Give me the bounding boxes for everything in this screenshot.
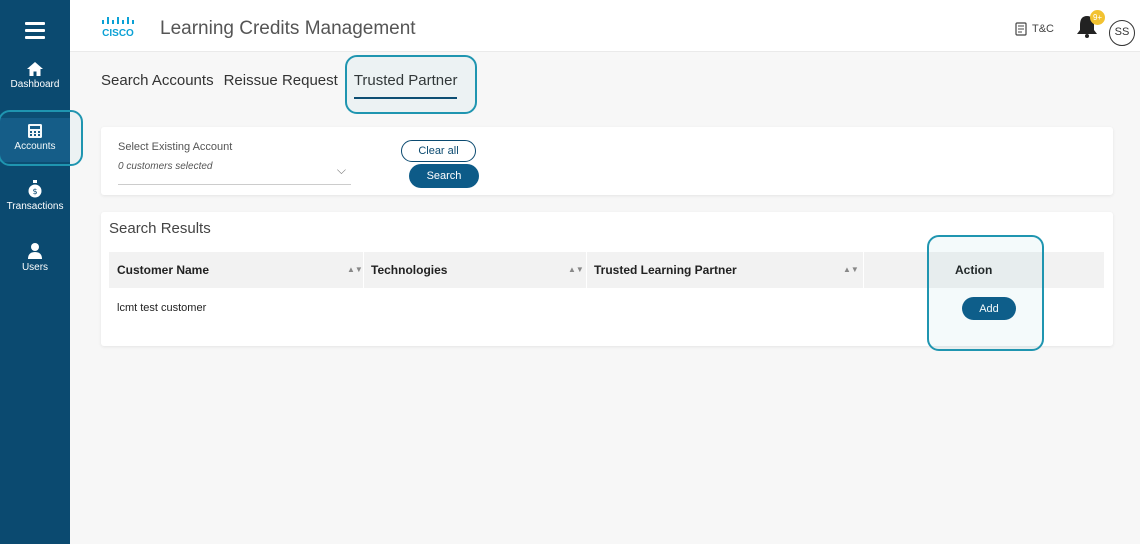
money-bag-icon: $ — [28, 180, 42, 198]
search-button[interactable]: Search — [409, 164, 479, 188]
logo-text: CISCO — [102, 28, 134, 39]
hamburger-menu-icon[interactable] — [25, 22, 45, 40]
accounts-highlight — [0, 110, 83, 166]
sidebar-item-users[interactable]: Users — [0, 243, 70, 283]
results-title: Search Results — [109, 220, 211, 237]
customer-select[interactable]: 0 customers selected ⌵ — [118, 161, 351, 185]
clear-all-button[interactable]: Clear all — [401, 140, 476, 162]
column-header-trusted-learning-partner[interactable]: Trusted Learning Partner ▲▼ — [586, 252, 861, 288]
action-highlight — [927, 235, 1044, 351]
sort-icon[interactable]: ▲▼ — [347, 252, 363, 288]
sort-icon[interactable]: ▲▼ — [843, 252, 859, 288]
sidebar-item-label: Transactions — [6, 201, 64, 212]
tc-link[interactable]: T&C — [1014, 22, 1054, 36]
select-account-label: Select Existing Account — [118, 141, 233, 153]
chevron-down-icon: ⌵ — [336, 163, 346, 177]
sidebar-item-label: Dashboard — [10, 79, 60, 90]
tc-label: T&C — [1032, 23, 1054, 35]
avatar[interactable]: SS — [1109, 20, 1135, 46]
customer-name-cell: lcmt test customer — [117, 302, 207, 314]
sidebar: Dashboard Accounts $ Transactions Users — [0, 0, 70, 544]
sidebar-item-transactions[interactable]: $ Transactions — [0, 180, 70, 224]
app-header: CISCO Learning Credits Management T&C 9+… — [70, 0, 1140, 52]
trusted-partner-highlight — [345, 55, 477, 114]
svg-text:$: $ — [32, 187, 37, 196]
column-header-customer-name[interactable]: Customer Name ▲▼ — [109, 252, 363, 288]
app-title: Learning Credits Management — [160, 18, 416, 39]
sidebar-item-dashboard[interactable]: Dashboard — [0, 62, 70, 106]
divider — [863, 252, 864, 288]
column-header-technologies[interactable]: Technologies ▲▼ — [363, 252, 586, 288]
filter-panel: Select Existing Account 0 customers sele… — [101, 127, 1113, 195]
tab-search-accounts[interactable]: Search Accounts — [101, 72, 214, 89]
user-icon — [28, 243, 42, 259]
select-value: 0 customers selected — [118, 161, 213, 172]
document-icon — [1015, 22, 1027, 36]
sidebar-item-label: Users — [21, 262, 49, 273]
cisco-logo: CISCO — [102, 17, 134, 39]
tab-reissue-request[interactable]: Reissue Request — [224, 72, 338, 89]
sort-icon[interactable]: ▲▼ — [568, 252, 584, 288]
notification-badge: 9+ — [1090, 10, 1105, 25]
home-icon — [27, 62, 43, 76]
